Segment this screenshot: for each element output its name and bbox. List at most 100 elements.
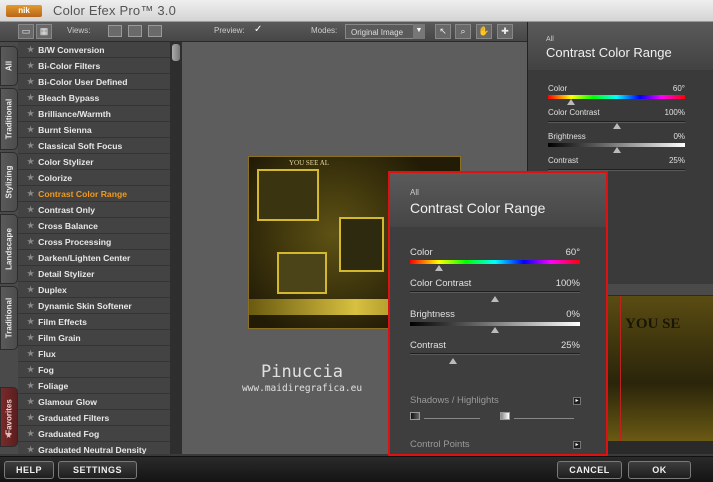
- tab-landscape[interactable]: Landscape: [0, 214, 18, 284]
- layout-single-icon[interactable]: ▭: [18, 24, 34, 39]
- star-icon[interactable]: ★: [27, 93, 34, 102]
- slider-value: 60°: [565, 247, 580, 258]
- star-icon[interactable]: ★: [27, 141, 34, 150]
- photo-frame-3: [277, 252, 327, 294]
- filter-item[interactable]: ★ Bi-Color User Defined: [18, 74, 170, 90]
- slider-value: 60°: [672, 84, 685, 93]
- star-icon[interactable]: ★: [27, 61, 34, 70]
- slider-handle[interactable]: [612, 147, 621, 153]
- filter-item[interactable]: ★ Glamour Glow: [18, 394, 170, 410]
- slider-value: 100%: [555, 278, 580, 289]
- filter-item[interactable]: ★ Bi-Color Filters: [18, 58, 170, 74]
- filter-item[interactable]: ★ Cross Processing: [18, 234, 170, 250]
- ok-button[interactable]: OK: [628, 461, 691, 479]
- filter-item[interactable]: ★ Darken/Lighten Center: [18, 250, 170, 266]
- filter-item[interactable]: ★ Bleach Bypass: [18, 90, 170, 106]
- category-tabs: All Traditional Stylizing Landscape Trad…: [0, 42, 18, 454]
- star-icon[interactable]: ★: [27, 301, 34, 310]
- slider-track[interactable]: [410, 291, 580, 293]
- filter-item[interactable]: ★ Film Grain: [18, 330, 170, 346]
- tab-stylizing[interactable]: Stylizing: [0, 152, 18, 212]
- filter-item[interactable]: ★ Color Stylizer: [18, 154, 170, 170]
- filter-item[interactable]: ★ Detail Stylizer: [18, 266, 170, 282]
- layout-grid-icon[interactable]: ▦: [36, 24, 52, 39]
- star-icon[interactable]: ★: [27, 269, 34, 278]
- settings-button[interactable]: SETTINGS: [58, 461, 137, 479]
- filter-item[interactable]: ★ Graduated Filters: [18, 410, 170, 426]
- filter-item[interactable]: ★ Classical Soft Focus: [18, 138, 170, 154]
- filter-item[interactable]: ★ Colorize: [18, 170, 170, 186]
- slider-handle[interactable]: [612, 123, 621, 129]
- star-icon[interactable]: ★: [27, 397, 34, 406]
- star-icon[interactable]: ★: [27, 381, 34, 390]
- zoom-icon[interactable]: ⌕: [455, 24, 471, 39]
- star-icon[interactable]: ★: [27, 253, 34, 262]
- star-icon[interactable]: ★: [27, 285, 34, 294]
- toolbar: ▭ ▦ Views: Preview: ✓ Modes: Original Im…: [0, 22, 527, 42]
- slider-track[interactable]: [410, 322, 580, 326]
- slider-track[interactable]: [410, 353, 580, 355]
- filter-item[interactable]: ★ Duplex: [18, 282, 170, 298]
- view-split-button[interactable]: [128, 25, 142, 37]
- filter-item[interactable]: ★ Cross Balance: [18, 218, 170, 234]
- filter-item[interactable]: ★ Graduated Fog: [18, 426, 170, 442]
- star-icon[interactable]: ★: [27, 189, 34, 198]
- list-scrollbar[interactable]: [170, 42, 182, 454]
- star-icon[interactable]: ★: [27, 237, 34, 246]
- loupe-split-line: [620, 296, 621, 441]
- slider-handle[interactable]: [491, 296, 499, 302]
- slider-track[interactable]: [410, 260, 580, 264]
- star-icon[interactable]: ★: [27, 333, 34, 342]
- view-single-button[interactable]: [108, 25, 122, 37]
- star-icon[interactable]: ★: [27, 173, 34, 182]
- preview-checkbox[interactable]: ✓: [254, 24, 262, 35]
- view-side-by-side-button[interactable]: [148, 25, 162, 37]
- star-icon[interactable]: ★: [27, 45, 34, 54]
- filter-item[interactable]: ★ Dynamic Skin Softener: [18, 298, 170, 314]
- star-icon[interactable]: ★: [27, 205, 34, 214]
- help-button[interactable]: HELP: [4, 461, 54, 479]
- hand-icon[interactable]: ✋: [476, 24, 492, 39]
- star-icon[interactable]: ★: [27, 125, 34, 134]
- filter-item[interactable]: ★ Foliage: [18, 378, 170, 394]
- cancel-button[interactable]: CANCEL: [557, 461, 622, 479]
- star-icon[interactable]: ★: [27, 365, 34, 374]
- slider-handle[interactable]: [434, 265, 443, 271]
- star-icon[interactable]: ★: [27, 349, 34, 358]
- tab-all[interactable]: All: [0, 46, 18, 86]
- pin-icon[interactable]: ✚: [497, 24, 513, 39]
- star-icon[interactable]: ★: [27, 317, 34, 326]
- expand-arrow-icon[interactable]: ▸: [573, 397, 581, 405]
- star-icon[interactable]: ★: [27, 77, 34, 86]
- tab-traditional-2[interactable]: Traditional: [0, 286, 18, 350]
- chevron-down-icon[interactable]: ▼: [413, 24, 425, 39]
- filter-item[interactable]: ★ Contrast Only: [18, 202, 170, 218]
- star-icon[interactable]: ★: [27, 413, 34, 422]
- slider-handle[interactable]: [448, 358, 457, 364]
- star-icon[interactable]: ★: [27, 109, 34, 118]
- filter-label: Classical Soft Focus: [38, 140, 123, 151]
- star-icon[interactable]: ★: [27, 157, 34, 166]
- filter-item[interactable]: ★ Graduated Neutral Density: [18, 442, 170, 455]
- filter-label: Graduated Fog: [38, 428, 100, 439]
- highlights-slider[interactable]: [500, 412, 575, 422]
- pointer-icon[interactable]: ↖: [435, 24, 451, 39]
- filter-item[interactable]: ★ Burnt Sienna: [18, 122, 170, 138]
- star-icon[interactable]: ★: [27, 445, 34, 454]
- filter-item[interactable]: ★ Brilliance/Warmth: [18, 106, 170, 122]
- filter-item[interactable]: ★ Fog: [18, 362, 170, 378]
- star-icon[interactable]: ★: [27, 429, 34, 438]
- filter-item[interactable]: ★ B/W Conversion: [18, 42, 170, 58]
- star-icon[interactable]: ★: [27, 221, 34, 230]
- filter-item[interactable]: ★ Flux: [18, 346, 170, 362]
- expand-arrow-icon[interactable]: ▸: [573, 441, 581, 449]
- slider-handle[interactable]: [491, 327, 499, 333]
- filter-item[interactable]: ★ Contrast Color Range: [18, 186, 170, 202]
- slider-handle[interactable]: [567, 99, 576, 105]
- filter-item[interactable]: ★ Film Effects: [18, 314, 170, 330]
- shadows-slider[interactable]: [410, 412, 480, 422]
- shadows-track: [424, 418, 480, 419]
- tab-traditional[interactable]: Traditional: [0, 88, 18, 150]
- filter-label: Brilliance/Warmth: [38, 108, 111, 119]
- scrollbar-thumb[interactable]: [172, 44, 180, 61]
